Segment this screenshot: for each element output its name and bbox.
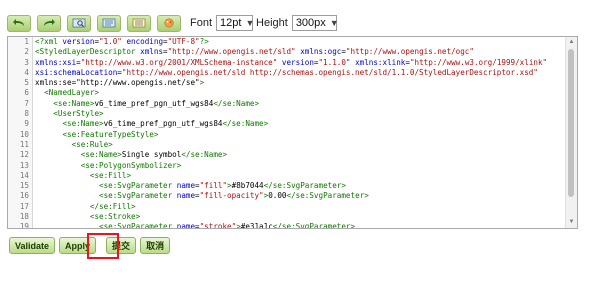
redo-button[interactable] — [37, 14, 61, 32]
line-number: 13 — [19, 160, 29, 170]
line-number: 6 — [24, 88, 29, 98]
code-line[interactable]: <se:Fill> — [35, 171, 565, 181]
height-select[interactable]: 300px ▼ — [291, 15, 339, 31]
code-line[interactable]: <se:SvgParameter name="fill-opacity">0.0… — [35, 191, 565, 201]
code-line[interactable]: <UserStyle> — [35, 109, 565, 119]
palette-icon — [164, 18, 174, 28]
height-value: 300px — [295, 17, 326, 29]
code-line[interactable]: <se:Name>Single symbol</se:Name> — [35, 150, 565, 160]
line-number: 5 — [24, 78, 29, 88]
redo-icon — [44, 19, 55, 26]
chevron-down-icon: ▼ — [329, 18, 339, 28]
line-number: 18 — [19, 212, 29, 222]
line-number: 2 — [24, 47, 29, 57]
line-number-gutter: 12345678910111213141516171819202122 — [8, 37, 33, 228]
code-line[interactable]: <se:Rule> — [35, 140, 565, 150]
replace-button[interactable] — [97, 14, 121, 32]
line-number: 15 — [19, 181, 29, 191]
scroll-up-icon[interactable]: ▲ — [567, 38, 576, 47]
search-icon — [72, 18, 86, 28]
scroll-down-icon[interactable]: ▼ — [567, 218, 576, 227]
line-number: 14 — [19, 170, 29, 180]
line-number: 17 — [19, 201, 29, 211]
undo-icon — [13, 19, 24, 26]
line-number: 8 — [24, 109, 29, 119]
code-line[interactable]: <StyledLayerDescriptor xmlns="http://www… — [35, 47, 565, 57]
line-number: 9 — [24, 119, 29, 129]
code-line[interactable]: <se:SvgParameter name="stroke">#e31a1c</… — [35, 222, 565, 228]
code-line[interactable]: </se:Fill> — [35, 202, 565, 212]
replace-icon — [102, 18, 116, 28]
search-button[interactable] — [67, 14, 91, 32]
line-number: 12 — [19, 150, 29, 160]
line-number: 19 — [19, 222, 29, 229]
line-number: 1 — [24, 37, 29, 46]
line-number: 11 — [19, 139, 29, 149]
submit-highlight-box — [87, 233, 119, 259]
line-number: 4 — [24, 67, 29, 77]
code-line[interactable]: <NamedLayer> — [35, 88, 565, 98]
sld-code-editor[interactable]: 12345678910111213141516171819202122 <?xm… — [7, 36, 578, 229]
code-line[interactable]: <se:SvgParameter name="fill">#8b7044</se… — [35, 181, 565, 191]
code-line[interactable]: xmlns:se="http://www.opengis.net/se"> — [35, 78, 565, 88]
code-line[interactable]: xsi:schemaLocation="http://www.opengis.n… — [35, 68, 565, 78]
code-line[interactable]: xmlns:xsi="http://www.w3.org/2001/XMLSch… — [35, 58, 565, 68]
code-line[interactable]: <se:Name>v6_time_pref_pgn_utf_wgs84</se:… — [35, 119, 565, 129]
cancel-button[interactable]: 取消 — [140, 237, 171, 254]
line-number: 7 — [24, 98, 29, 108]
vertical-scrollbar[interactable]: ▲ ▼ — [565, 37, 577, 228]
palette-button[interactable] — [157, 14, 181, 32]
scrollbar-thumb[interactable] — [568, 49, 574, 197]
code-line[interactable]: <se:PolygonSymbolizer> — [35, 161, 565, 171]
code-line[interactable]: <?xml version="1.0" encoding="UTF-8"?> — [35, 37, 565, 47]
font-size-value: 12pt — [220, 17, 242, 29]
code-line[interactable]: <se:Name>v6_time_pref_pgn_utf_wgs84</se:… — [35, 99, 565, 109]
editor-toolbar: Font 12pt ▼ Height 300px ▼ — [7, 12, 339, 34]
validate-button[interactable]: Validate — [9, 237, 56, 254]
line-number: 10 — [19, 129, 29, 139]
font-label: Font — [190, 17, 213, 29]
height-label: Height — [256, 17, 288, 29]
code-line[interactable]: <se:FeatureTypeStyle> — [35, 130, 565, 140]
format-icon — [132, 18, 146, 28]
line-number: 3 — [24, 57, 29, 67]
chevron-down-icon: ▼ — [245, 18, 255, 28]
line-number: 16 — [19, 191, 29, 201]
undo-button[interactable] — [7, 14, 31, 32]
font-size-select[interactable]: 12pt ▼ — [216, 15, 255, 31]
format-button[interactable] — [127, 14, 151, 32]
code-area[interactable]: <?xml version="1.0" encoding="UTF-8"?> <S… — [35, 37, 565, 228]
code-line[interactable]: <se:Stroke> — [35, 212, 565, 222]
